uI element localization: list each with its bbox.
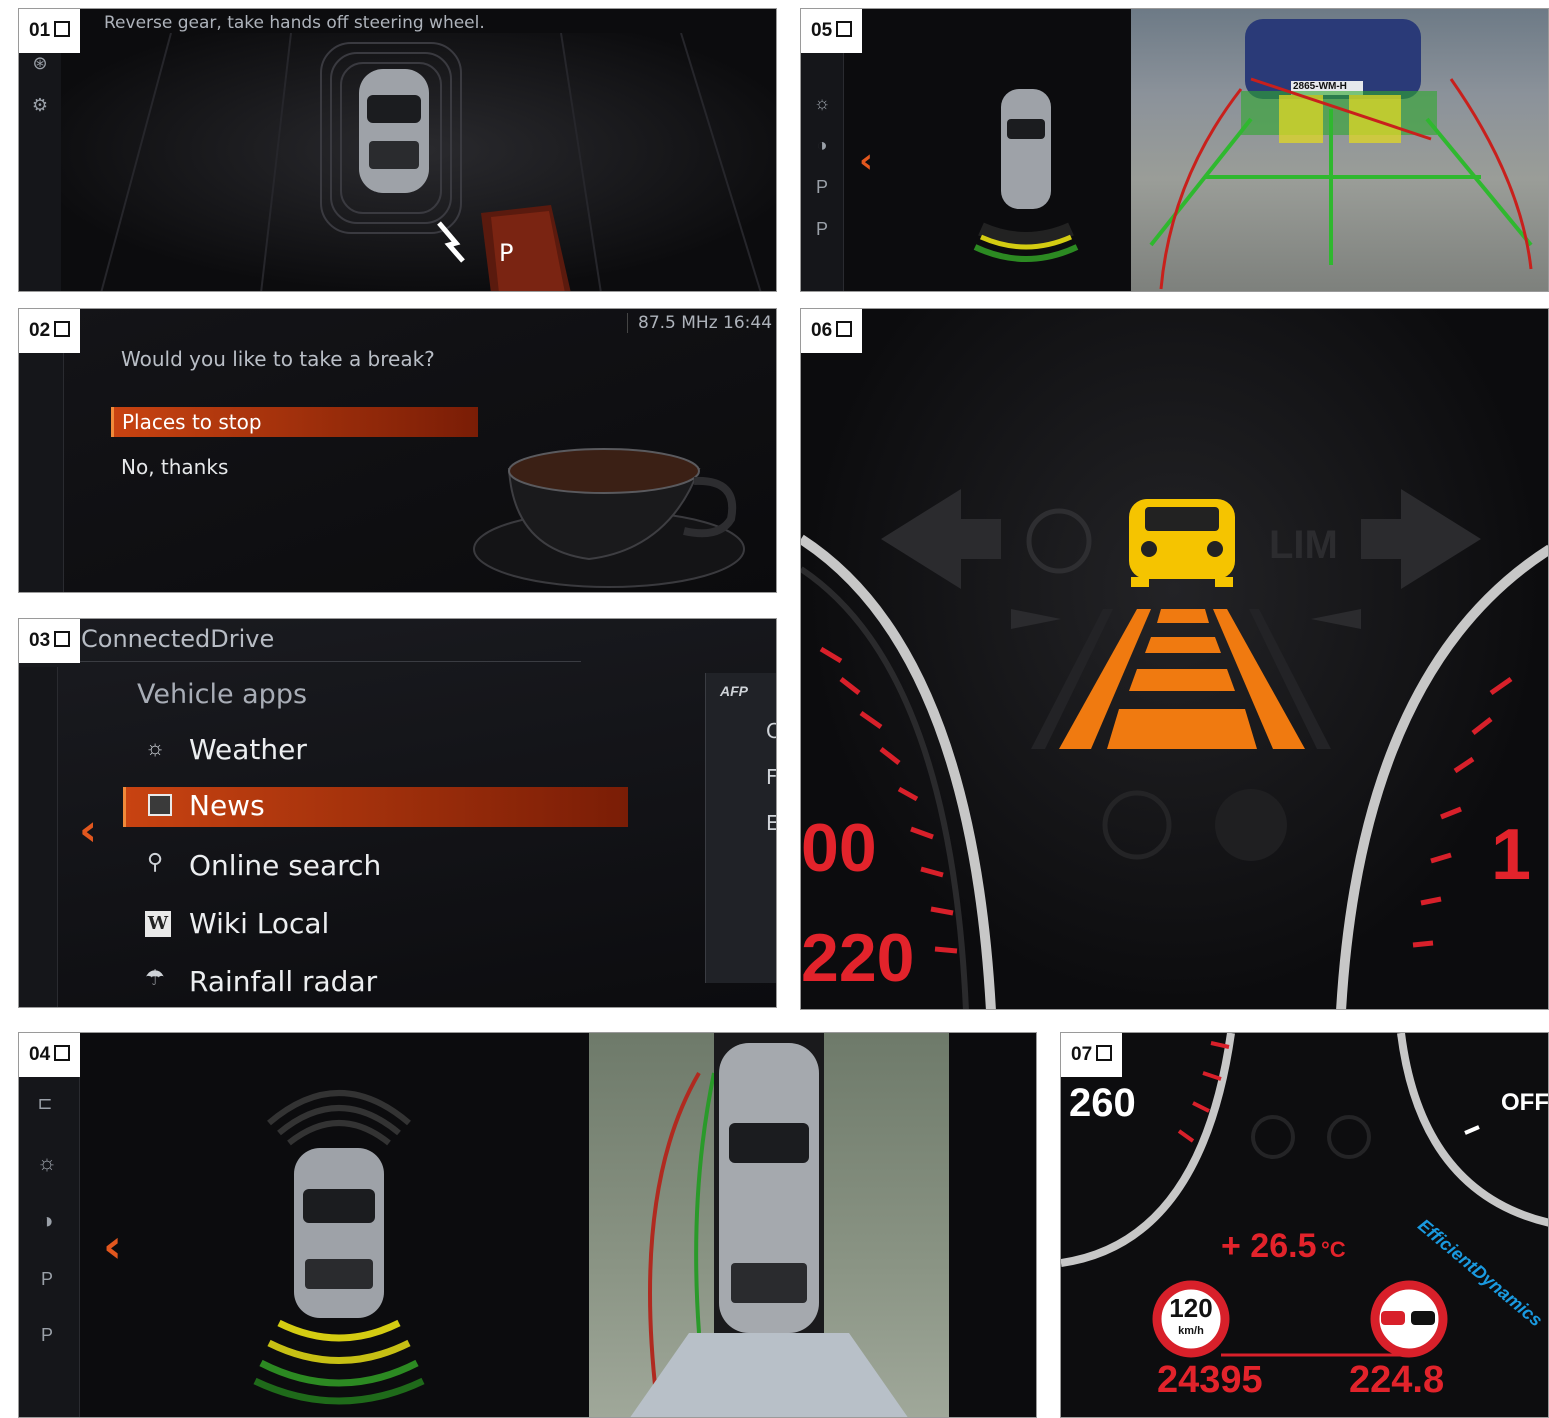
side-panel[interactable]: AFP C F E [705, 673, 777, 983]
parking-lines-icon[interactable]: P [35, 1267, 59, 1291]
option-places-to-stop[interactable]: Places to stop [111, 407, 478, 437]
news-icon [148, 794, 172, 816]
license-plate: 2865-WM-H [1293, 81, 1347, 92]
wiki-icon: W [145, 911, 171, 937]
list-item-weather[interactable]: ☼ Weather [123, 729, 629, 769]
coffee-cup-icon [473, 448, 745, 588]
speed-label: 00 [801, 810, 877, 886]
steering-wheel-icon[interactable]: ⊛ [28, 51, 52, 75]
weather-icon: ☼ [145, 735, 166, 760]
rainfall-radar-icon: ☂ [145, 965, 165, 990]
item-label: News [189, 789, 265, 822]
side-letter: C [766, 719, 776, 743]
sidebar [19, 667, 58, 1007]
tyre-pressure-icon [1327, 1115, 1371, 1159]
parking-lines-icon[interactable]: P [810, 175, 834, 199]
list-item-online-search[interactable]: ⚲ Online search [123, 845, 629, 885]
panel-number: 05 [801, 9, 863, 53]
temp-unit: °C [1320, 1237, 1346, 1262]
parking-view [61, 33, 776, 291]
gear-icon[interactable]: ⚙ [28, 93, 52, 117]
panel-02-break: 02 87.5 MHz 16:44 Would you like to take… [18, 308, 777, 593]
car-top-view [1001, 89, 1051, 209]
odometer: 24395 [1157, 1359, 1263, 1401]
option-no-thanks[interactable]: No, thanks [121, 455, 228, 479]
speed-label: 260 [1069, 1081, 1136, 1125]
panel-number: 04 [19, 1033, 81, 1077]
parking-obstacle-icon[interactable]: P [35, 1323, 59, 1347]
option-label: Places to stop [122, 410, 262, 434]
off-label: OFF [1501, 1089, 1549, 1116]
divider [61, 661, 581, 662]
panel-number: 02 [19, 309, 81, 353]
contrast-icon[interactable]: ◑ [35, 1209, 59, 1233]
park-distance-view [253, 1090, 425, 1405]
gear-indicator: P [499, 239, 514, 267]
brake-warning-icon [1251, 1115, 1295, 1159]
page-title: ConnectedDrive [81, 625, 275, 653]
list-item-news[interactable]: News [123, 787, 628, 827]
speed-limit-unit: km/h [1178, 1325, 1204, 1337]
front-car-warning-icon [1129, 499, 1235, 587]
speed-limit-value: 120 [1169, 1293, 1213, 1323]
back-chevron-icon[interactable]: ‹ [859, 141, 873, 181]
item-label: Rainfall radar [189, 965, 378, 998]
right-arrow-icon [1361, 489, 1481, 589]
top-camera-view [589, 1033, 949, 1417]
panel-01-reverse: 01 ⊛ ⚙ Reverse gear, take hands off stee… [18, 8, 777, 292]
item-label: Wiki Local [189, 907, 330, 940]
car-top-view [359, 69, 429, 193]
car-top-view [294, 1148, 384, 1318]
rear-camera-feed [1131, 9, 1548, 291]
left-arrow-icon [881, 489, 1001, 589]
panel-number: 07 [1061, 1033, 1123, 1077]
panel-05-rear-camera: 05 ☼ ◑ P P ‹ 2865-WM-H [800, 8, 1549, 292]
panel-number: 03 [19, 619, 81, 663]
speed-label: 220 [801, 920, 915, 996]
parking-obstacle-icon[interactable]: P [810, 217, 834, 241]
item-label: Weather [189, 733, 307, 766]
temp-value: + 26.5 [1221, 1227, 1317, 1265]
list-item-rainfall-radar[interactable]: ☂ Rainfall radar [123, 961, 629, 1001]
panel-number: 06 [801, 309, 863, 353]
dialog-question: Would you like to take a break? [121, 347, 435, 371]
speedometer-icon [1026, 508, 1092, 574]
online-search-icon: ⚲ [147, 849, 164, 874]
contrast-icon[interactable]: ◑ [810, 133, 834, 157]
park-distance-view [973, 89, 1079, 262]
status-bar: 87.5 MHz 16:44 [627, 313, 772, 333]
back-chevron-icon[interactable]: ‹ [103, 1219, 122, 1273]
headlight-icon [1102, 790, 1172, 860]
back-chevron-icon[interactable]: ‹ [79, 805, 97, 856]
rear-camera-icon[interactable]: ⊏ [33, 1091, 57, 1115]
side-letter: F [766, 765, 777, 789]
panel-04-park-view: 04 ⊏ ☼ ◑ P P ‹ [18, 1032, 1037, 1418]
side-letter: E [766, 811, 776, 835]
status-message: Reverse gear, take hands off steering wh… [104, 13, 485, 33]
brightness-icon[interactable]: ☼ [810, 91, 834, 115]
section-heading: Vehicle apps [137, 679, 308, 710]
sidebar: ⊏ ☼ ◑ P P [19, 1033, 80, 1417]
panel-number: 01 [19, 9, 81, 53]
afp-logo: AFP [720, 683, 748, 699]
trip-meter: 224.8 [1349, 1359, 1445, 1401]
indicator-lamp-icon [1215, 789, 1287, 861]
panel-07-cluster: 07 260 OFF EfficientDynamics + 26.5 °C 1… [1060, 1032, 1549, 1418]
panel-03-connected-drive: 03 ConnectedDrive ‹ Vehicle apps ☼ Weath… [18, 618, 777, 1008]
cluster-display [801, 489, 1548, 1009]
rpm-label: 1 [1491, 815, 1532, 895]
limiter-label: LIM [1269, 523, 1338, 567]
panel-06-lane-assist: 06 LIM 00 220 1 [800, 308, 1549, 1010]
item-label: Online search [189, 849, 382, 882]
list-item-wiki-local[interactable]: W Wiki Local [123, 903, 629, 943]
outside-temperature: + 26.5 °C [1221, 1227, 1346, 1266]
brightness-icon[interactable]: ☼ [35, 1151, 59, 1175]
